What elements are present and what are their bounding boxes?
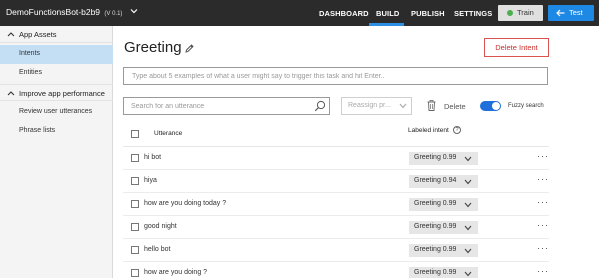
- chevron-up-icon: [7, 32, 15, 37]
- sidebar-item-intents[interactable]: Intents: [0, 45, 113, 64]
- top-bar: DemoFunctionsBot-b2b9 (V 0.1) DASHBOARD …: [0, 0, 599, 26]
- fuzzy-search-label: Fuzzy search: [508, 103, 544, 109]
- intent-dropdown[interactable]: Greeting 0.99: [409, 152, 478, 165]
- utterance-text[interactable]: hiya: [144, 177, 157, 184]
- chevron-down-icon: [464, 179, 472, 185]
- table-row: hiya Greeting 0.94 ···: [123, 170, 549, 193]
- sidebar: App Assets Intents Entities Improve app …: [0, 26, 113, 278]
- test-label: Test: [569, 8, 583, 17]
- sidebar-section-improve[interactable]: Improve app performance: [0, 84, 113, 101]
- train-label: Train: [517, 8, 534, 17]
- chevron-down-icon: [464, 156, 472, 162]
- delete-label[interactable]: Delete: [444, 102, 466, 111]
- intent-label: Greeting 0.99: [414, 269, 457, 276]
- sidebar-item-phrase-lists[interactable]: Phrase lists: [0, 122, 113, 141]
- chevron-down-icon: [464, 225, 472, 231]
- nav-publish[interactable]: PUBLISH: [411, 9, 445, 18]
- row-checkbox[interactable]: [131, 177, 139, 185]
- sidebar-section-label: Improve app performance: [19, 89, 105, 98]
- toggle-knob: [492, 102, 500, 110]
- chevron-down-icon: [464, 248, 472, 254]
- utterance-text[interactable]: how are you doing ?: [144, 269, 207, 276]
- sidebar-item-review-utterances[interactable]: Review user utterances: [0, 103, 113, 122]
- help-icon[interactable]: ?: [453, 126, 461, 134]
- table-row: hello bot Greeting 0.99 ···: [123, 239, 549, 262]
- table-row: how are you doing today ? Greeting 0.99 …: [123, 193, 549, 216]
- search-input[interactable]: [123, 97, 330, 115]
- intent-dropdown[interactable]: Greeting 0.99: [409, 198, 478, 211]
- select-all-checkbox[interactable]: [131, 130, 139, 138]
- table-row: good night Greeting 0.99 ···: [123, 216, 549, 239]
- utterance-text[interactable]: hello bot: [144, 246, 170, 253]
- sidebar-item-entities[interactable]: Entities: [0, 64, 113, 83]
- chevron-down-icon: [464, 202, 472, 208]
- intent-label: Greeting 0.99: [414, 200, 457, 207]
- row-checkbox[interactable]: [131, 200, 139, 208]
- page-title: Greeting: [124, 39, 182, 56]
- intent-dropdown[interactable]: Greeting 0.94: [409, 175, 478, 188]
- chevron-down-icon[interactable]: [129, 6, 139, 16]
- nav-active-indicator: [369, 23, 404, 26]
- utterance-text[interactable]: hi bot: [144, 154, 161, 161]
- status-dot-icon: [507, 10, 513, 16]
- more-options-icon[interactable]: ···: [537, 266, 549, 276]
- app-name: DemoFunctionsBot-b2b9: [6, 7, 101, 17]
- search-icon[interactable]: [314, 100, 326, 112]
- nav-dashboard[interactable]: DASHBOARD: [319, 9, 369, 18]
- intent-label: Greeting 0.94: [414, 177, 457, 184]
- sidebar-item-label: Phrase lists: [19, 127, 56, 134]
- chevron-down-icon: [464, 271, 472, 277]
- column-header-utterance: Utterance: [154, 130, 183, 137]
- column-header-labeled-intent: Labeled intent: [408, 127, 449, 134]
- intent-label: Greeting 0.99: [414, 223, 457, 230]
- row-checkbox[interactable]: [131, 223, 139, 231]
- more-options-icon[interactable]: ···: [537, 151, 549, 161]
- reassign-dropdown[interactable]: Reassign pr...: [341, 97, 412, 115]
- fuzzy-search-toggle[interactable]: [480, 101, 501, 111]
- intent-dropdown[interactable]: Greeting 0.99: [409, 267, 478, 278]
- intent-dropdown[interactable]: Greeting 0.99: [409, 244, 478, 257]
- chevron-down-icon: [399, 103, 407, 109]
- table-row: how are you doing ? Greeting 0.99 ···: [123, 262, 549, 278]
- chevron-up-icon: [7, 91, 15, 96]
- sidebar-item-label: Entities: [19, 69, 42, 76]
- sidebar-section-label: App Assets: [19, 30, 57, 39]
- nav-build[interactable]: BUILD: [376, 9, 399, 18]
- intent-label: Greeting 0.99: [414, 246, 457, 253]
- app-version: (V 0.1): [104, 11, 123, 17]
- nav-settings[interactable]: SETTINGS: [454, 9, 492, 18]
- arrow-left-icon: [556, 9, 565, 17]
- test-button[interactable]: Test: [548, 5, 594, 21]
- table-row: hi bot Greeting 0.99 ···: [123, 147, 549, 170]
- row-checkbox[interactable]: [131, 246, 139, 254]
- intent-label: Greeting 0.99: [414, 154, 457, 161]
- sidebar-item-label: Intents: [19, 50, 41, 57]
- more-options-icon[interactable]: ···: [537, 174, 549, 184]
- more-options-icon[interactable]: ···: [537, 220, 549, 230]
- trash-icon[interactable]: [427, 100, 436, 111]
- sidebar-section-app-assets[interactable]: App Assets: [0, 26, 113, 43]
- utterance-text[interactable]: how are you doing today ?: [144, 200, 226, 207]
- intent-dropdown[interactable]: Greeting 0.99: [409, 221, 478, 234]
- reassign-label: Reassign pr...: [348, 102, 391, 109]
- more-options-icon[interactable]: ···: [537, 197, 549, 207]
- utterance-input[interactable]: [123, 67, 548, 85]
- row-checkbox[interactable]: [131, 154, 139, 162]
- sidebar-item-label: Review user utterances: [19, 108, 93, 115]
- delete-intent-button[interactable]: Delete Intent: [484, 38, 549, 57]
- more-options-icon[interactable]: ···: [537, 243, 549, 253]
- pencil-icon[interactable]: [184, 43, 195, 54]
- app-selector[interactable]: DemoFunctionsBot-b2b9 (V 0.1): [6, 7, 122, 17]
- utterance-text[interactable]: good night: [144, 223, 177, 230]
- train-button[interactable]: Train: [498, 5, 543, 21]
- row-checkbox[interactable]: [131, 269, 139, 277]
